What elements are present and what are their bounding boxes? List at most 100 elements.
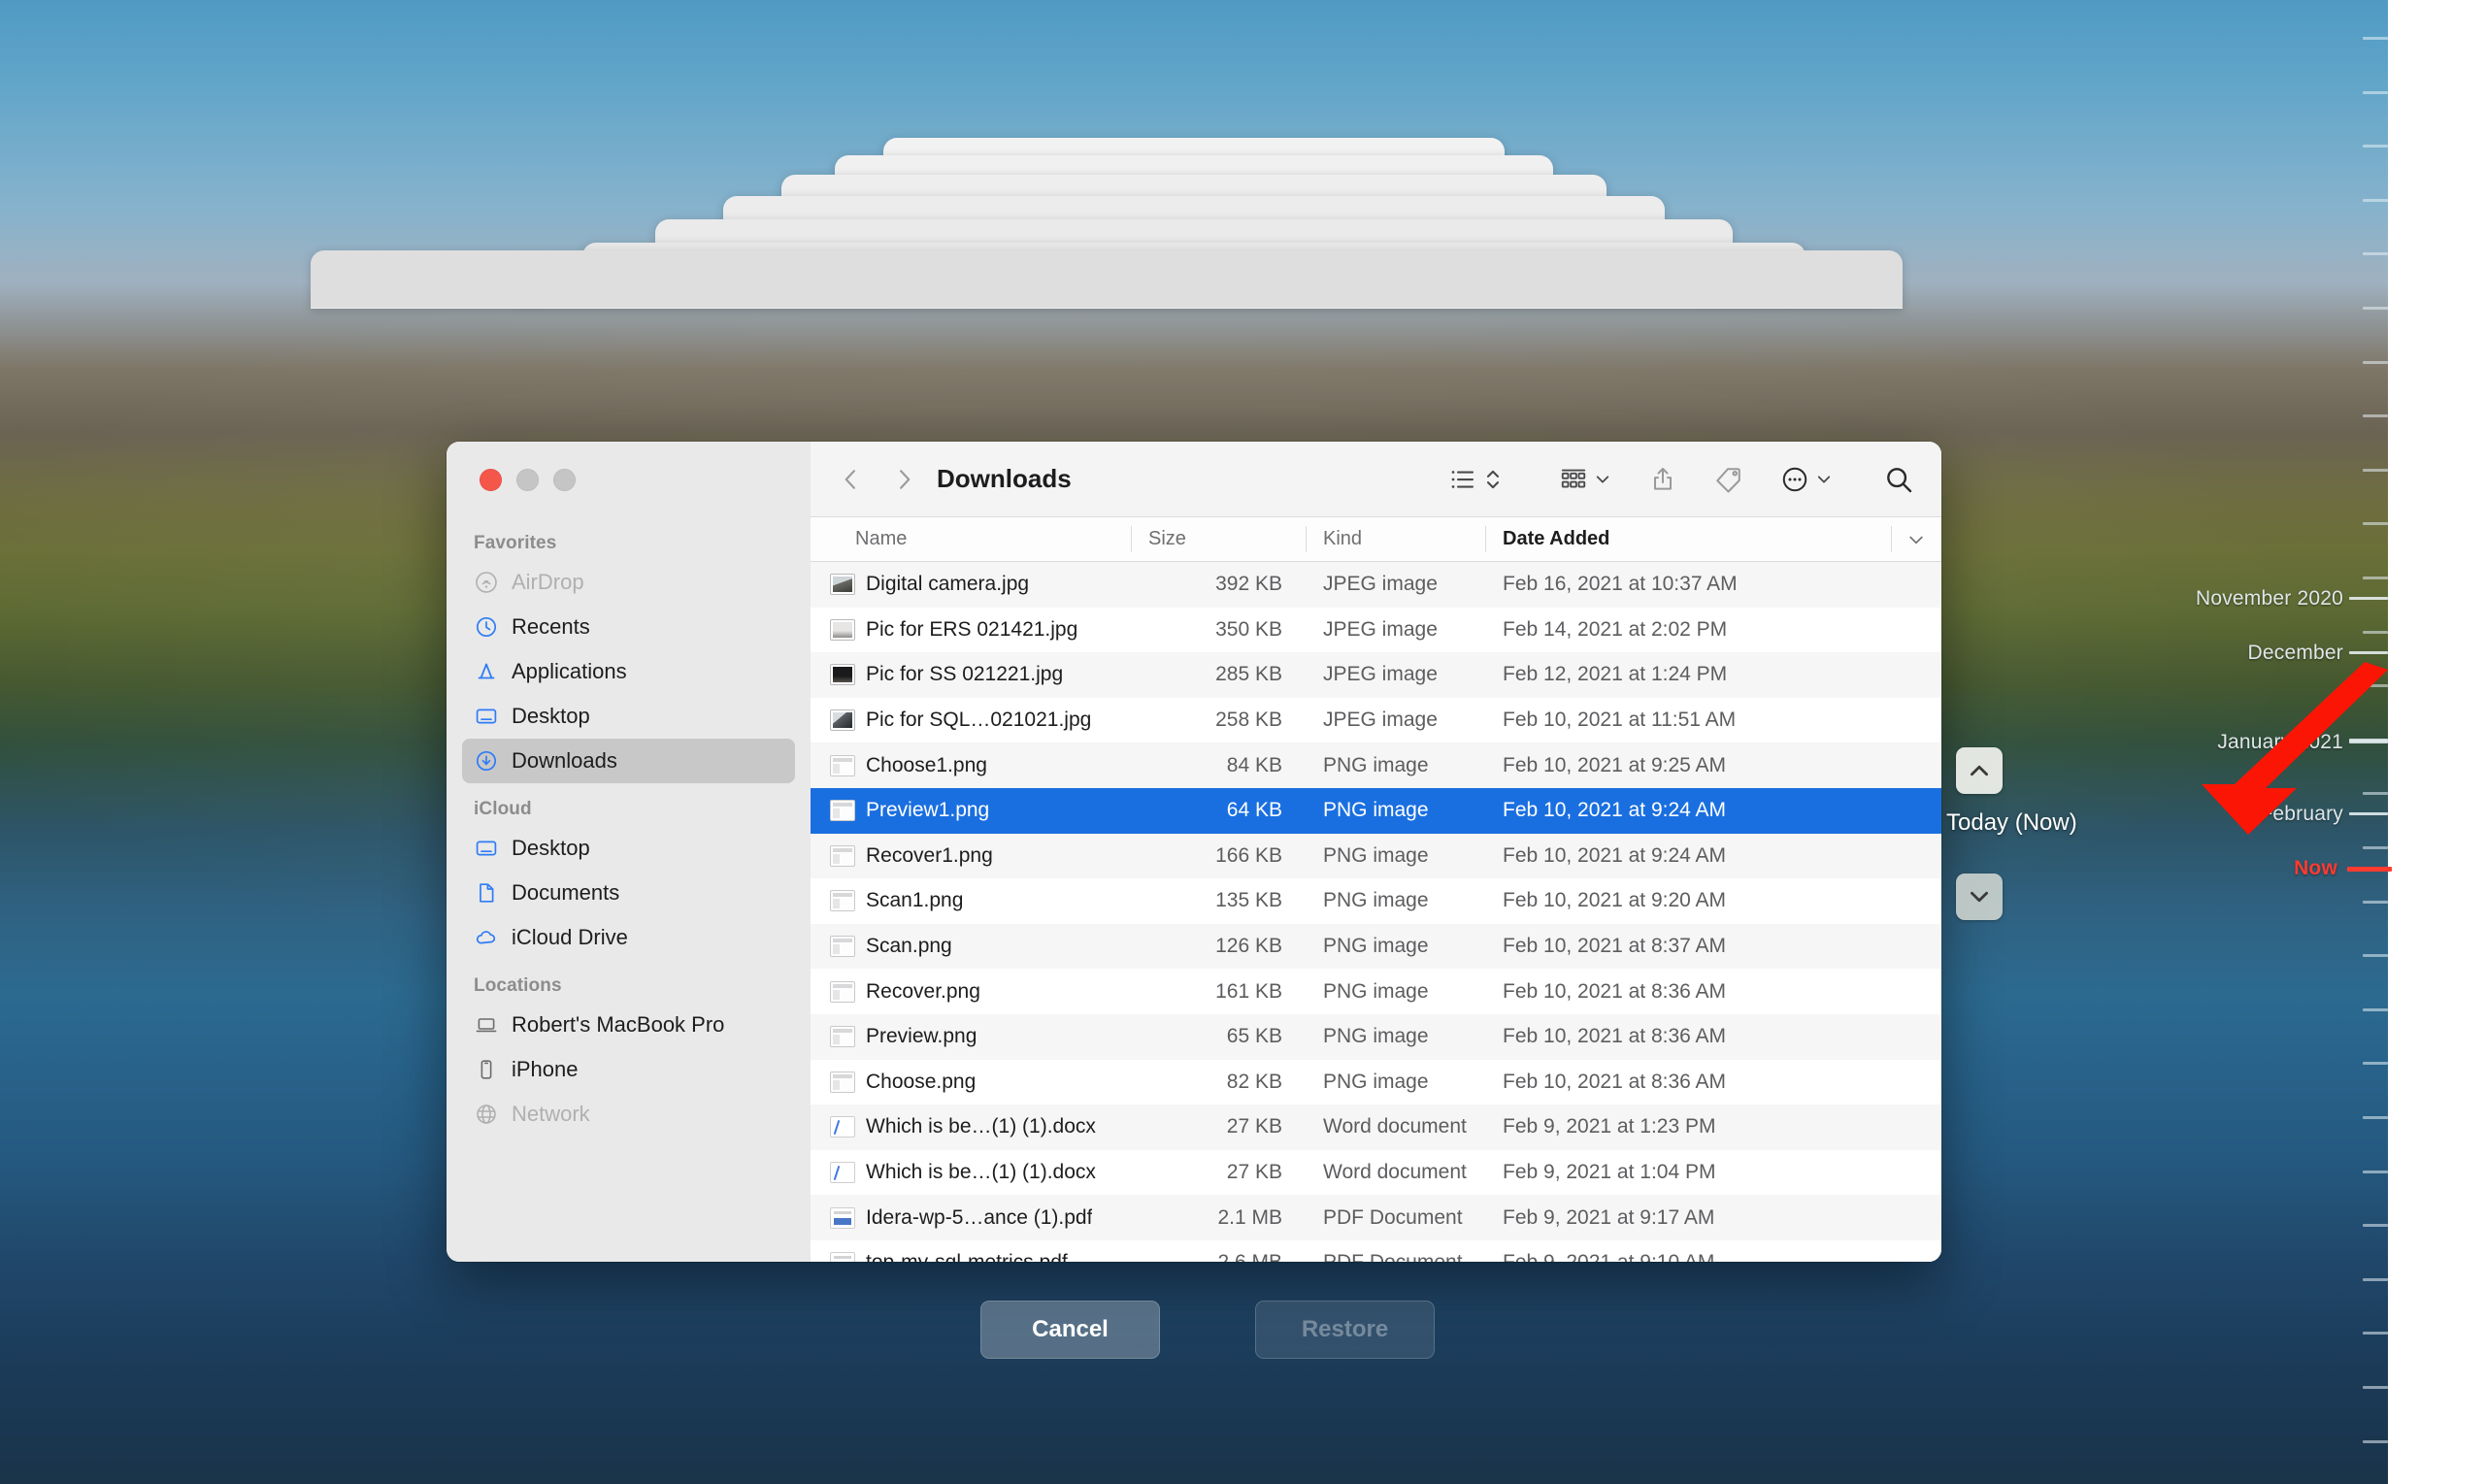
file-list[interactable]: Digital camera.jpg392 KBJPEG imageFeb 16… (811, 562, 1941, 1262)
sidebar-item-downloads[interactable]: Downloads (462, 739, 795, 783)
file-date-added: Feb 10, 2021 at 8:36 AM (1485, 1025, 1941, 1048)
back-button[interactable] (832, 460, 871, 499)
sidebar-item-desktop-icloud[interactable]: Desktop (462, 826, 795, 871)
search-button[interactable] (1883, 464, 1914, 495)
file-date-added: Feb 10, 2021 at 9:25 AM (1485, 754, 1941, 777)
table-row[interactable]: Scan.png126 KBPNG imageFeb 10, 2021 at 8… (811, 924, 1941, 970)
table-row[interactable]: Pic for ERS 021421.jpg350 KBJPEG imageFe… (811, 608, 1941, 653)
table-row[interactable]: Scan1.png135 KBPNG imageFeb 10, 2021 at … (811, 878, 1941, 924)
maximize-button[interactable] (553, 469, 576, 491)
column-header-name[interactable]: Name (811, 517, 1131, 561)
timeline-label[interactable]: November 2020 (2196, 587, 2343, 610)
timeline-label[interactable]: Now (2294, 857, 2337, 880)
cloud-icon (474, 925, 499, 950)
table-row[interactable]: Digital camera.jpg392 KBJPEG imageFeb 16… (811, 562, 1941, 608)
view-options-group[interactable] (1448, 465, 1503, 494)
sidebar-item-network[interactable]: Network (462, 1092, 795, 1137)
tag-button[interactable] (1714, 465, 1743, 494)
file-date-added: Feb 14, 2021 at 2:02 PM (1485, 618, 1941, 642)
table-row[interactable]: Which is be…(1) (1).docx27 KBWord docume… (811, 1105, 1941, 1150)
sidebar-item-desktop-favorites[interactable]: Desktop (462, 694, 795, 739)
tag-icon[interactable] (1714, 465, 1743, 494)
cancel-button[interactable]: Cancel (980, 1301, 1160, 1359)
share-icon[interactable] (1648, 465, 1677, 494)
file-date-added: Feb 10, 2021 at 9:24 AM (1485, 844, 1941, 868)
finder-window: Favorites AirDrop Recents (447, 442, 1941, 1262)
snapshot-previous-button[interactable] (1956, 747, 2003, 794)
file-kind: JPEG image (1306, 618, 1485, 642)
table-row[interactable]: Pic for SQL…021021.jpg258 KBJPEG imageFe… (811, 698, 1941, 743)
table-row[interactable]: Which is be…(1) (1).docx27 KBWord docume… (811, 1150, 1941, 1196)
file-type-icon (830, 890, 855, 911)
table-row[interactable]: Preview1.png64 KBPNG imageFeb 10, 2021 a… (811, 788, 1941, 834)
close-button[interactable] (480, 469, 502, 491)
more-ellipsis-icon[interactable] (1780, 465, 1809, 494)
column-header-size[interactable]: Size (1131, 517, 1306, 561)
chevron-down-icon[interactable] (1815, 471, 1833, 488)
table-row[interactable]: Preview.png65 KBPNG imageFeb 10, 2021 at… (811, 1014, 1941, 1060)
sidebar-item-iphone[interactable]: iPhone (462, 1047, 795, 1092)
table-row[interactable]: Idera-wp-5…ance (1).pdf2.1 MBPDF Documen… (811, 1195, 1941, 1240)
timeline-label[interactable]: February (2260, 803, 2343, 826)
sidebar-item-applications[interactable]: Applications (462, 649, 795, 694)
file-name: Preview.png (866, 1025, 977, 1048)
iphone-icon (474, 1057, 499, 1082)
timeline-tick (2363, 37, 2388, 40)
timeline-label[interactable]: December (2248, 642, 2343, 665)
table-row[interactable]: Choose1.png84 KBPNG imageFeb 10, 2021 at… (811, 742, 1941, 788)
file-kind: PNG image (1306, 844, 1485, 868)
file-size: 82 KB (1131, 1071, 1306, 1094)
minimize-button[interactable] (516, 469, 539, 491)
file-name: Preview1.png (866, 799, 989, 822)
share-button[interactable] (1648, 465, 1677, 494)
search-icon[interactable] (1883, 464, 1914, 495)
file-size: 27 KB (1131, 1115, 1306, 1138)
file-type-icon (830, 936, 855, 957)
timeline-tick (2363, 145, 2388, 148)
sort-updown-icon[interactable] (1483, 465, 1503, 494)
sidebar-item-recents[interactable]: Recents (462, 605, 795, 649)
table-row[interactable]: Recover1.png166 KBPNG imageFeb 10, 2021 … (811, 834, 1941, 879)
sidebar-item-label: Downloads (512, 748, 617, 774)
timeline-tick (2363, 361, 2388, 364)
group-by-button[interactable] (1559, 465, 1611, 494)
table-row[interactable]: Choose.png82 KBPNG imageFeb 10, 2021 at … (811, 1060, 1941, 1105)
sidebar-item-airdrop[interactable]: AirDrop (462, 560, 795, 605)
file-type-icon (830, 755, 855, 776)
snapshot-next-button[interactable] (1956, 874, 2003, 920)
page-title: Downloads (937, 464, 1072, 494)
timeline-tick (2363, 846, 2388, 849)
table-row[interactable]: top-my-sql-metrics.pdf2.6 MBPDF Document… (811, 1240, 1941, 1262)
timeline-label[interactable]: January 2021 (2217, 731, 2343, 754)
column-header-kind[interactable]: Kind (1306, 517, 1485, 561)
sidebar-item-documents[interactable]: Documents (462, 871, 795, 915)
sidebar-item-label: Applications (512, 659, 627, 684)
timeline-tick (2363, 252, 2388, 255)
sidebar-item-icloud-drive[interactable]: iCloud Drive (462, 915, 795, 960)
timeline-now-tick (2347, 867, 2392, 872)
file-name-cell: Scan1.png (811, 889, 1131, 912)
file-kind: Word document (1306, 1161, 1485, 1184)
globe-icon (474, 1102, 499, 1127)
table-row[interactable]: Pic for SS 021221.jpg285 KBJPEG imageFeb… (811, 652, 1941, 698)
chevron-down-icon[interactable] (1594, 471, 1611, 488)
more-actions-button[interactable] (1780, 465, 1833, 494)
table-row[interactable]: Recover.png161 KBPNG imageFeb 10, 2021 a… (811, 969, 1941, 1014)
sidebar-item-macbook-pro[interactable]: Robert's MacBook Pro (462, 1003, 795, 1047)
list-view-icon[interactable] (1448, 465, 1477, 494)
file-kind: PNG image (1306, 1071, 1485, 1094)
timeline-tick (2363, 631, 2388, 634)
file-kind: JPEG image (1306, 573, 1485, 596)
timemachine-timeline-ruler[interactable]: November 2020DecemberJanuary 2021Februar… (2349, 0, 2388, 1484)
group-by-icon[interactable] (1559, 465, 1588, 494)
forward-button[interactable] (884, 460, 923, 499)
file-type-icon (830, 800, 855, 821)
timeline-tick (2363, 1171, 2388, 1173)
file-size: 392 KB (1131, 573, 1306, 596)
file-name: Pic for ERS 021421.jpg (866, 618, 1077, 642)
timeline-tick (2363, 414, 2388, 417)
sidebar-item-label: Robert's MacBook Pro (512, 1012, 724, 1038)
file-kind: PNG image (1306, 799, 1485, 822)
chevron-down-icon[interactable] (1891, 517, 1941, 561)
column-header-date-added[interactable]: Date Added (1485, 517, 1891, 561)
